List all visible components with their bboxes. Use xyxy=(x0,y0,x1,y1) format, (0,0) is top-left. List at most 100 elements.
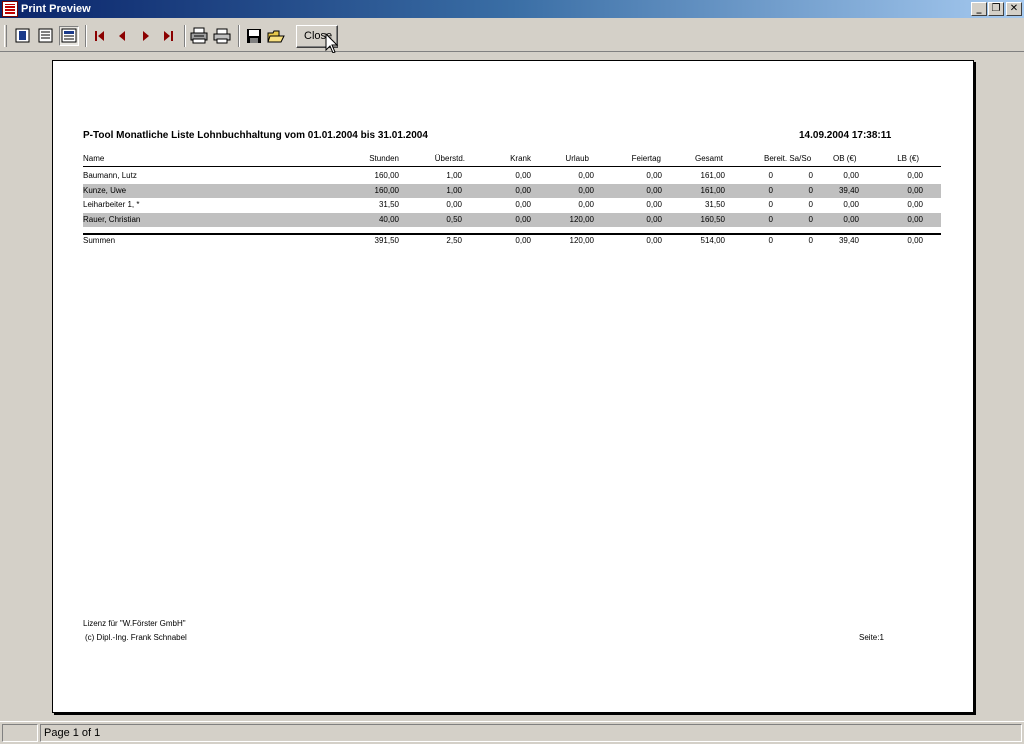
save-button[interactable] xyxy=(244,26,264,46)
cell-ueberstd: 1,00 xyxy=(446,171,462,180)
print-button[interactable] xyxy=(212,26,232,46)
cell-name: Rauer, Christian xyxy=(83,214,141,224)
cell-stunden: 160,00 xyxy=(374,185,399,195)
app-icon[interactable] xyxy=(2,1,18,17)
cell-lb: 0,00 xyxy=(907,214,923,224)
col-header-feiertag: Feiertag xyxy=(631,154,661,163)
open-folder-icon xyxy=(267,30,285,43)
cell-urlaub: 0,00 xyxy=(578,185,594,195)
cell-ueberstd: 0,50 xyxy=(446,214,462,224)
open-button[interactable] xyxy=(266,26,286,46)
toolbar-separator xyxy=(184,25,186,47)
cell-gesamt: 31,50 xyxy=(704,200,725,210)
totals-row: Summen 391,50 2,50 0,00 120,00 0,00 514,… xyxy=(83,234,941,248)
previous-page-button[interactable] xyxy=(113,26,133,46)
cell-krank: 0,00 xyxy=(515,200,531,210)
cell-ob: 0,00 xyxy=(843,200,859,210)
printer-icon xyxy=(213,28,231,44)
totals-label: Summen xyxy=(83,236,116,245)
totals-gesamt: 514,00 xyxy=(700,236,725,245)
full-page-view-button[interactable] xyxy=(59,26,79,46)
first-page-icon xyxy=(95,31,104,41)
totals-feiertag: 0,00 xyxy=(646,236,662,245)
totals-bereit-sa: 0 xyxy=(768,236,773,245)
totals-ueberstd: 2,50 xyxy=(446,236,462,245)
floppy-disk-icon xyxy=(247,29,261,43)
col-header-ob: OB (€) xyxy=(833,154,857,163)
cell-lb: 0,00 xyxy=(907,185,923,195)
cell-stunden: 40,00 xyxy=(378,214,399,224)
last-page-button[interactable] xyxy=(158,26,178,46)
toolbar-separator xyxy=(85,25,87,47)
cell-feiertag: 0,00 xyxy=(646,200,662,210)
toolbar-grip[interactable] xyxy=(4,25,7,47)
cell-bereit-sa: 0 xyxy=(768,200,773,210)
next-page-icon xyxy=(143,31,149,41)
cell-ob: 0,00 xyxy=(843,171,859,180)
restore-button[interactable]: ❐ xyxy=(988,2,1004,16)
col-header-krank: Krank xyxy=(510,154,531,163)
printer-setup-icon xyxy=(190,27,208,44)
one-page-view-button[interactable] xyxy=(13,26,33,46)
window-title: Print Preview xyxy=(21,3,91,15)
cell-krank: 0,00 xyxy=(515,214,531,224)
table-row: Leiharbeiter 1, * 31,50 0,00 0,00 0,00 0,00 31… xyxy=(83,198,941,212)
status-bar: Page 1 of 1 xyxy=(0,721,1024,744)
table-row: Kunze, Uwe 160,00 1,00 0,00 0,00 0,00 161,00 0 0… xyxy=(83,183,941,198)
cell-urlaub: 0,00 xyxy=(578,171,594,180)
cell-ob: 39,40 xyxy=(838,185,859,195)
status-pane-blank xyxy=(2,724,38,742)
col-header-lb: LB (€) xyxy=(897,154,919,163)
cell-gesamt: 160,50 xyxy=(700,214,725,224)
print-setup-button[interactable] xyxy=(189,26,209,46)
col-header-urlaub: Urlaub xyxy=(565,154,589,163)
col-header-stunden: Stunden xyxy=(369,154,399,163)
cell-feiertag: 0,00 xyxy=(646,214,662,224)
cell-name: Baumann, Lutz xyxy=(83,171,137,180)
col-header-bereit: Bereit. Sa/So xyxy=(764,154,812,163)
last-page-icon xyxy=(164,31,173,41)
cell-krank: 0,00 xyxy=(515,185,531,195)
cell-bereit-sa: 0 xyxy=(768,214,773,224)
table-row: Rauer, Christian 40,00 0,50 0,00 120,00 0,00 1… xyxy=(83,212,941,227)
mouse-pointer-icon xyxy=(325,33,339,54)
report-datetime: 14.09.2004 17:38:11 xyxy=(799,130,892,141)
cell-ueberstd: 0,00 xyxy=(446,200,462,210)
cell-lb: 0,00 xyxy=(907,171,923,180)
report-title: P-Tool Monatliche Liste Lohnbuchhaltung … xyxy=(83,130,428,141)
minimize-button[interactable]: _ xyxy=(971,2,987,16)
cell-name: Kunze, Uwe xyxy=(83,185,127,195)
col-header-name: Name xyxy=(83,154,105,163)
title-bar[interactable]: Print Preview _ ❐ ✕ xyxy=(0,0,1024,18)
cell-feiertag: 0,00 xyxy=(646,185,662,195)
cell-gesamt: 161,00 xyxy=(700,171,725,180)
page-number: Seite:1 xyxy=(859,633,884,642)
toolbar: Close xyxy=(0,19,1024,52)
license-text: Lizenz für "W.Förster GmbH" xyxy=(83,619,186,628)
status-page-info: Page 1 of 1 xyxy=(40,724,1022,742)
next-page-button[interactable] xyxy=(136,26,156,46)
cell-urlaub: 0,00 xyxy=(578,200,594,210)
col-header-gesamt: Gesamt xyxy=(694,154,723,163)
cell-krank: 0,00 xyxy=(515,171,531,180)
cell-ueberstd: 1,00 xyxy=(446,185,462,195)
close-window-button[interactable]: ✕ xyxy=(1006,2,1022,16)
table-row: Baumann, Lutz 160,00 1,00 0,00 0,00 0,00 161,0… xyxy=(83,169,941,183)
totals-lb: 0,00 xyxy=(907,236,923,245)
cell-stunden: 31,50 xyxy=(378,200,399,210)
totals-stunden: 391,50 xyxy=(374,236,399,245)
copyright-text: (c) Dipl.-Ing. Frank Schnabel xyxy=(85,633,187,642)
lines-page-icon xyxy=(38,28,53,43)
col-header-ueberstd: Überstd. xyxy=(434,154,465,163)
cell-bereit-sa: 0 xyxy=(768,185,773,195)
toolbar-separator xyxy=(238,25,240,47)
one-page-icon xyxy=(15,28,30,43)
cell-stunden: 160,00 xyxy=(374,171,399,180)
totals-urlaub: 120,00 xyxy=(569,236,594,245)
page-width-view-button[interactable] xyxy=(36,26,56,46)
first-page-button[interactable] xyxy=(90,26,110,46)
cell-urlaub: 120,00 xyxy=(569,214,594,224)
previous-page-icon xyxy=(119,31,125,41)
totals-ob: 39,40 xyxy=(838,236,859,245)
cell-feiertag: 0,00 xyxy=(646,171,662,180)
